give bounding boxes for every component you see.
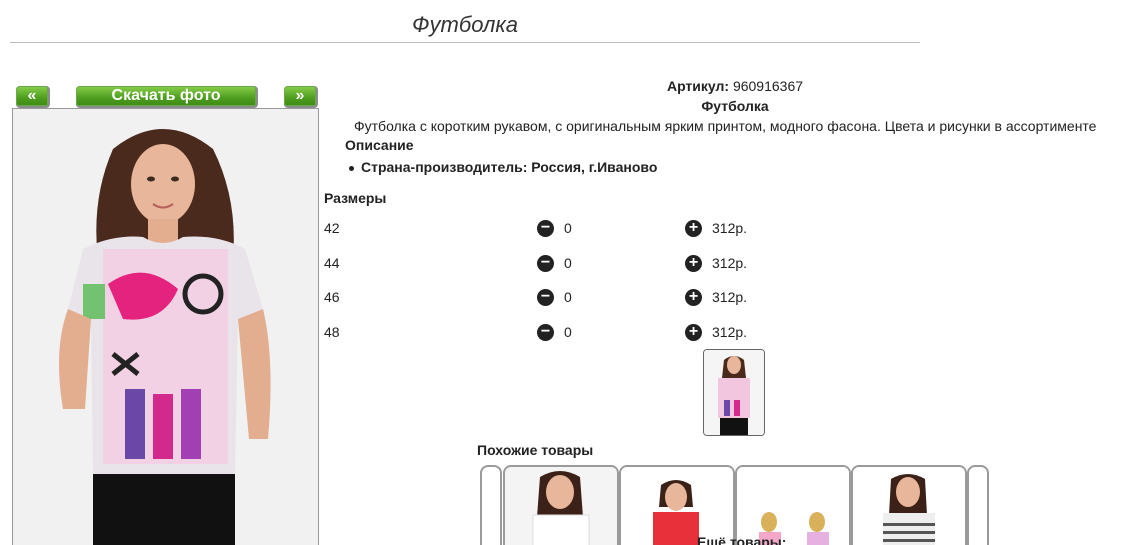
size-value: 44 (324, 255, 340, 271)
quantity-value: 0 (564, 255, 572, 271)
similar-item[interactable] (503, 465, 619, 545)
similar-heading: Похожие товары (477, 442, 594, 458)
quantity-value: 0 (564, 289, 572, 305)
size-value: 48 (324, 324, 340, 340)
prev-photo-button[interactable]: « (16, 86, 50, 108)
next-photo-button[interactable]: » (284, 86, 318, 108)
country-item: Страна-производитель: Россия, г.Иваново (349, 159, 657, 175)
product-photo[interactable] (12, 108, 319, 545)
download-photo-button[interactable]: Скачать фото (76, 86, 258, 108)
size-value: 46 (324, 289, 340, 305)
minus-icon[interactable]: − (537, 255, 554, 272)
similar-item[interactable] (619, 465, 735, 545)
similar-prev-card[interactable] (480, 465, 502, 545)
similar-item-illustration (853, 467, 965, 545)
minus-icon[interactable]: − (537, 324, 554, 341)
similar-next-card[interactable] (967, 465, 989, 545)
size-row: 42 − 0 + 312р. (324, 220, 764, 240)
product-page: Футболка « Скачать фото » Артикул: 96091… (0, 0, 1138, 545)
similar-item[interactable] (851, 465, 967, 545)
plus-icon[interactable]: + (685, 220, 702, 237)
plus-icon[interactable]: + (685, 255, 702, 272)
size-row: 44 − 0 + 312р. (324, 255, 764, 275)
price-value: 312р. (712, 324, 748, 340)
product-description: Футболка с коротким рукавом, с оригиналь… (354, 118, 1097, 134)
article-label: Артикул: (666, 78, 730, 94)
price-value: 312р. (712, 255, 748, 271)
size-row: 48 − 0 + 312р. (324, 324, 764, 344)
plus-icon[interactable]: + (685, 289, 702, 306)
country-text: Страна-производитель: Россия, г.Иваново (361, 159, 658, 175)
sizes-heading: Размеры (324, 190, 387, 206)
similar-item[interactable] (735, 465, 851, 545)
more-products-heading: Ещё товары: (697, 534, 787, 545)
thumbnail-illustration (704, 350, 764, 435)
size-value: 42 (324, 220, 340, 236)
quantity-value: 0 (564, 324, 572, 340)
quantity-value: 0 (564, 220, 572, 236)
description-heading: Описание (345, 137, 414, 153)
similar-item-illustration (505, 467, 617, 545)
product-name: Футболка (701, 98, 769, 114)
edge-mark (1131, 20, 1138, 40)
minus-icon[interactable]: − (537, 289, 554, 306)
model-photo-illustration (13, 109, 318, 545)
article-line: Артикул: 960916367 (540, 78, 930, 94)
title-divider (10, 42, 920, 43)
minus-icon[interactable]: − (537, 220, 554, 237)
page-title: Футболка (412, 12, 518, 37)
bullet-icon (349, 165, 354, 171)
article-value: 960916367 (732, 78, 804, 94)
size-row: 46 − 0 + 312р. (324, 289, 764, 309)
price-value: 312р. (712, 289, 748, 305)
plus-icon[interactable]: + (685, 324, 702, 341)
price-value: 312р. (712, 220, 748, 236)
photo-thumbnail[interactable] (703, 349, 765, 436)
